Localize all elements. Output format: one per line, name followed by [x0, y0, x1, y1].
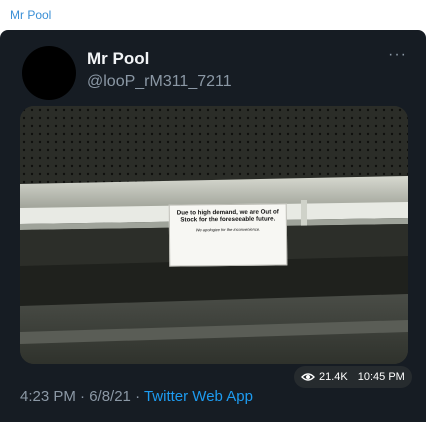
channel-title[interactable]: Mr Pool	[10, 8, 51, 22]
message-card: Mr Pool @looP_rM311_7211 ··· Due to high…	[0, 30, 426, 422]
tweet-footer: 4:23 PM · 6/8/21 · Twitter Web App	[20, 388, 253, 405]
display-name: Mr Pool	[87, 49, 150, 68]
sign-text: Due to high demand, we are Out of Stock …	[176, 208, 279, 224]
more-dots-icon[interactable]: ···	[388, 46, 407, 64]
sign-subtext: We apologize for the inconvenience.	[195, 226, 261, 233]
out-of-stock-sign: Due to high demand, we are Out of Stock …	[168, 203, 288, 267]
eye-icon	[301, 373, 315, 381]
message-meta: 21.4K 10:45 PM	[294, 366, 412, 388]
source-app-link[interactable]: Twitter Web App	[144, 388, 253, 405]
tweet-timestamp: 4:23 PM · 6/8/21 ·	[20, 388, 144, 405]
message-time: 10:45 PM	[357, 371, 405, 383]
user-handle: @looP_rM311_7211	[87, 73, 232, 90]
view-count: 21.4K	[319, 371, 348, 383]
tweet-image[interactable]: Due to high demand, we are Out of Stock …	[20, 106, 408, 364]
avatar[interactable]	[22, 46, 76, 100]
